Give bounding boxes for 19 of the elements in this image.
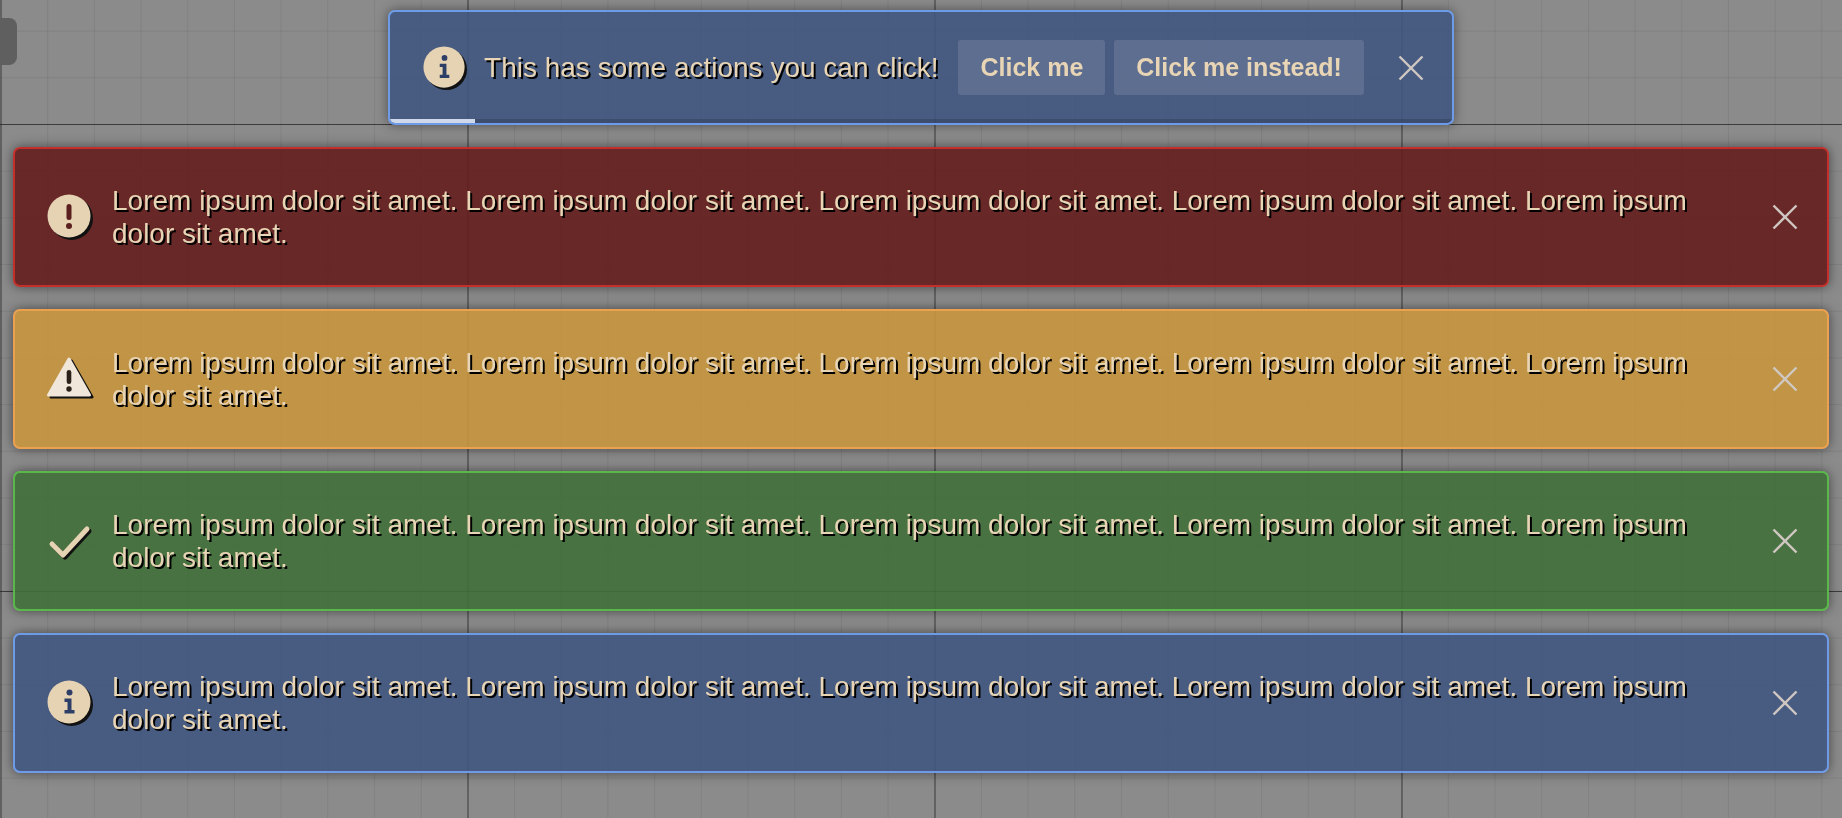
close-icon bbox=[1772, 366, 1798, 392]
close-button[interactable] bbox=[1772, 204, 1798, 230]
close-button[interactable] bbox=[1397, 54, 1424, 81]
close-icon bbox=[1397, 54, 1424, 81]
action-button[interactable]: Click me bbox=[958, 40, 1106, 95]
close-button[interactable] bbox=[1772, 690, 1798, 716]
alert-message: Lorem ipsum dolor sit amet. Lorem ipsum dolor sit amet. Lorem ipsum dolor sit amet. Lorem ipsum dolor sit amet. Lorem ipsum dolor sit amet. bbox=[112, 346, 1688, 412]
close-icon bbox=[1772, 528, 1798, 554]
info-circle-icon bbox=[422, 44, 469, 91]
exclamation-circle-icon bbox=[46, 193, 94, 241]
alert-message: Lorem ipsum dolor sit amet. Lorem ipsum dolor sit amet. Lorem ipsum dolor sit amet. Lorem ipsum dolor sit amet. Lorem ipsum dolor sit amet. bbox=[112, 184, 1688, 250]
info-circle-icon bbox=[46, 679, 94, 727]
close-icon bbox=[1772, 690, 1798, 716]
alert-message: Lorem ipsum dolor sit amet. Lorem ipsum dolor sit amet. Lorem ipsum dolor sit amet. Lorem ipsum dolor sit amet. Lorem ipsum dolor sit amet. bbox=[112, 670, 1688, 736]
close-icon bbox=[1772, 204, 1798, 230]
action-button[interactable]: Click me instead! bbox=[1114, 40, 1364, 95]
close-button[interactable] bbox=[1772, 528, 1798, 554]
alert-message: Lorem ipsum dolor sit amet. Lorem ipsum dolor sit amet. Lorem ipsum dolor sit amet. Lorem ipsum dolor sit amet. Lorem ipsum dolor sit amet. bbox=[112, 508, 1688, 574]
toast-message: This has some actions you can click! bbox=[484, 51, 939, 84]
